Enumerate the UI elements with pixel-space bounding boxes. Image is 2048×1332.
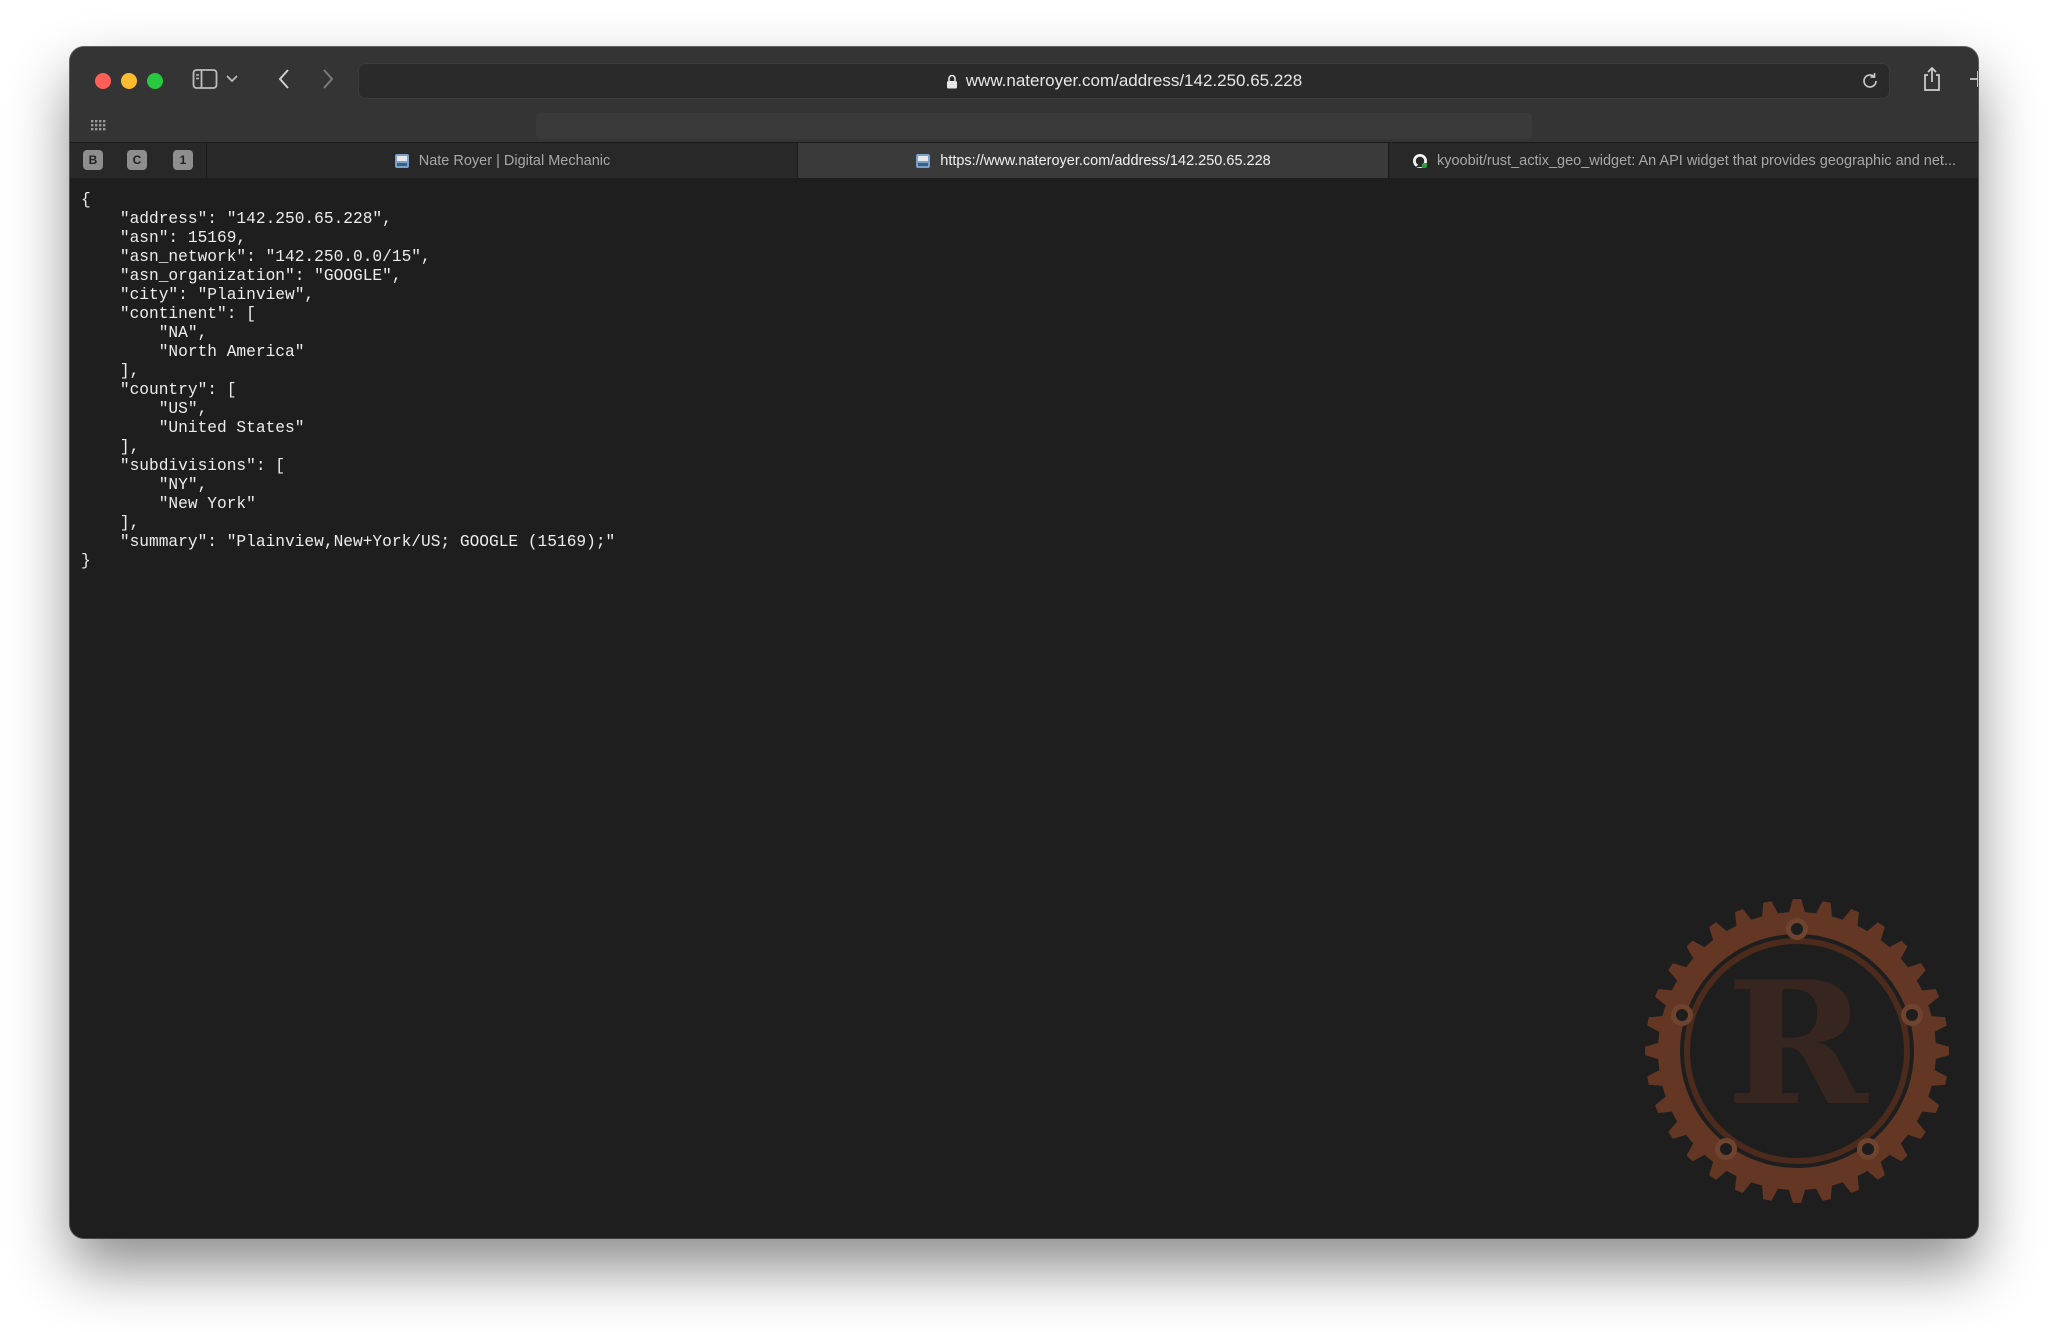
github-icon <box>1412 153 1428 168</box>
favorites-strip <box>536 113 1532 139</box>
forward-icon[interactable] <box>316 64 340 94</box>
tab-bar: B C 1 Nate Royer | Digital Mechanic http… <box>70 142 1978 179</box>
grid-icon[interactable] <box>90 117 106 133</box>
reload-icon[interactable] <box>1859 70 1881 92</box>
pinned-tab-c[interactable]: C <box>127 150 147 170</box>
lock-icon <box>946 74 958 89</box>
browser-toolbar: www.nateroyer.com/address/142.250.65.228 <box>70 47 1978 142</box>
rust-logo-letter: R <box>1726 944 1869 1144</box>
back-icon[interactable] <box>272 64 296 94</box>
page-favicon-icon <box>394 153 409 168</box>
plus-icon[interactable] <box>1966 64 1978 94</box>
rust-logo-icon: R <box>1645 899 1949 1203</box>
tab-title: https://www.nateroyer.com/address/142.25… <box>940 152 1271 169</box>
page-favicon-icon <box>916 153 931 168</box>
sidebar-icon[interactable] <box>192 68 218 90</box>
json-response: { "address": "142.250.65.228", "asn": 15… <box>81 191 616 570</box>
chevron-down-icon[interactable] <box>224 69 240 89</box>
tab-github-repo[interactable]: kyoobit/rust_actix_geo_widget: An API wi… <box>1388 143 1978 178</box>
url-text: www.nateroyer.com/address/142.250.65.228 <box>965 71 1303 90</box>
pinned-tab-b[interactable]: B <box>83 150 103 170</box>
share-icon[interactable] <box>1920 64 1944 94</box>
tab-address-json[interactable]: https://www.nateroyer.com/address/142.25… <box>797 143 1388 178</box>
tab-title: kyoobit/rust_actix_geo_widget: An API wi… <box>1436 152 1957 169</box>
tab-nate-royer[interactable]: Nate Royer | Digital Mechanic <box>206 143 797 178</box>
page-content: { "address": "142.250.65.228", "asn": 15… <box>70 178 1978 1238</box>
zoom-window-button[interactable] <box>147 73 163 89</box>
pinned-tab-1[interactable]: 1 <box>173 150 193 170</box>
minimize-window-button[interactable] <box>121 73 137 89</box>
close-window-button[interactable] <box>95 73 111 89</box>
browser-window: www.nateroyer.com/address/142.250.65.228 <box>70 47 1978 1238</box>
favorites-bar <box>70 109 1978 142</box>
tab-title: Nate Royer | Digital Mechanic <box>418 152 611 169</box>
address-bar[interactable]: www.nateroyer.com/address/142.250.65.228 <box>358 63 1890 99</box>
